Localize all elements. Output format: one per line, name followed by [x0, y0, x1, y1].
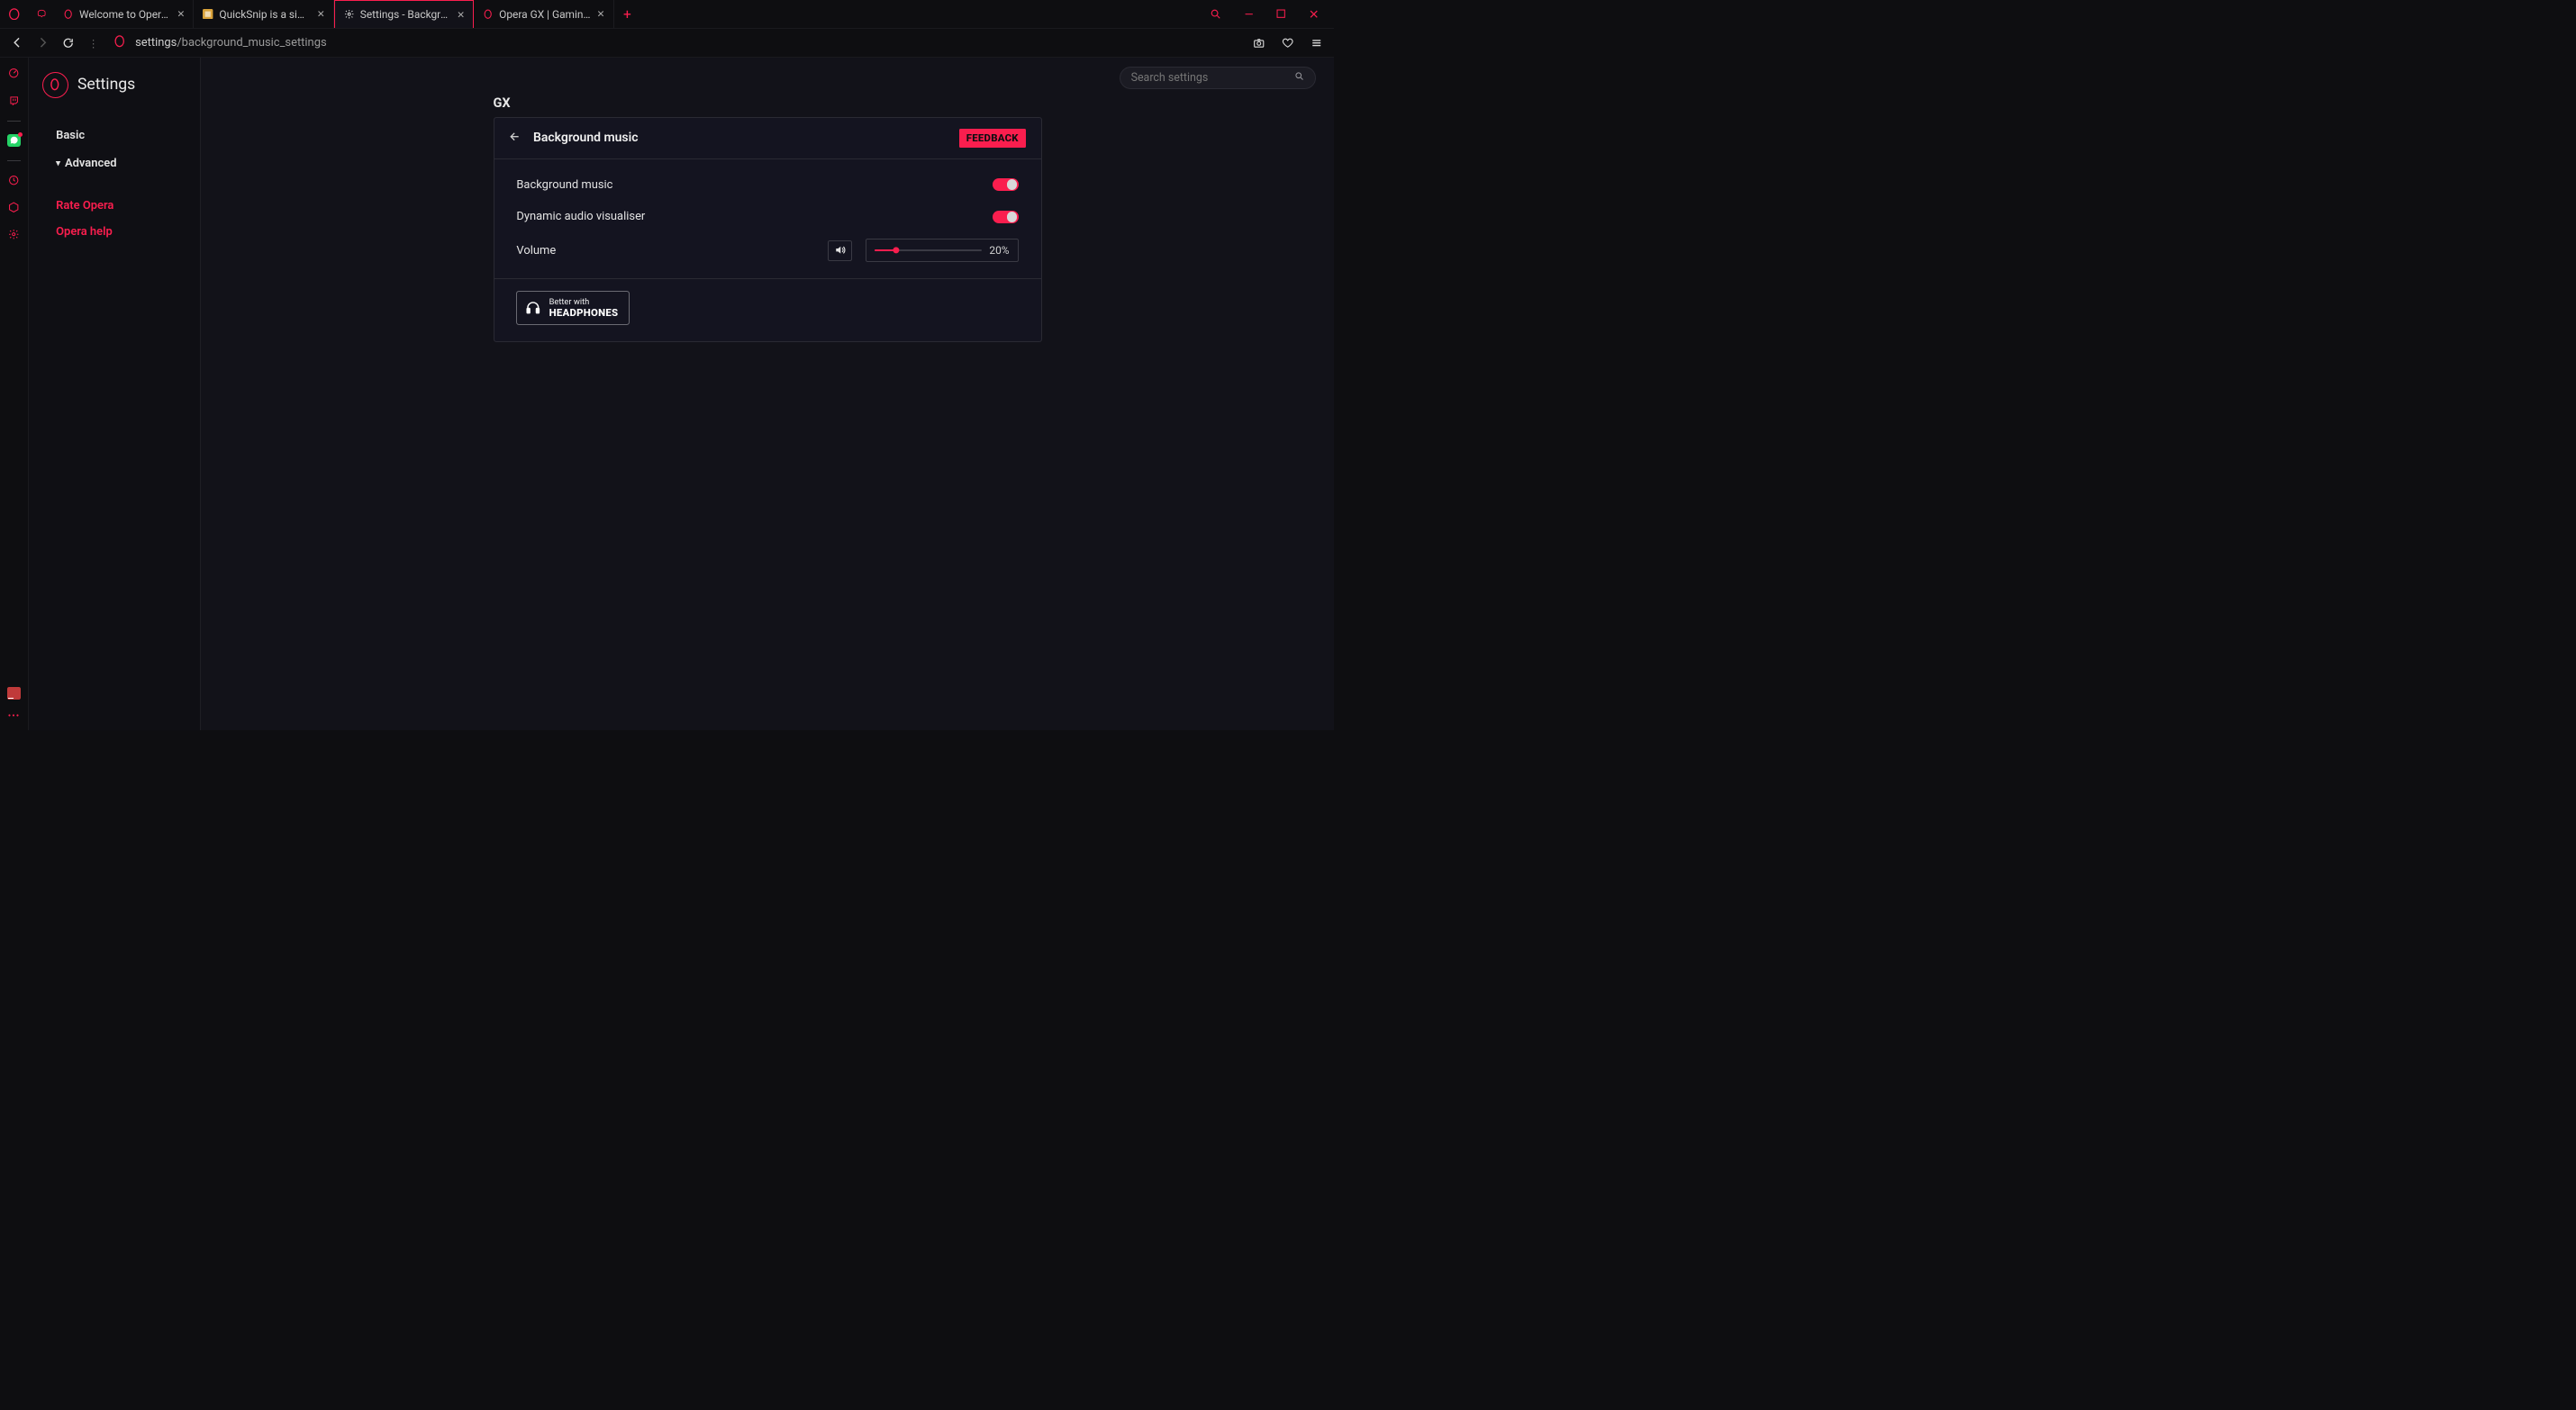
pinned-app-icon[interactable] — [7, 687, 21, 700]
nav-advanced[interactable]: Advanced — [48, 149, 181, 178]
sidebar-rail: ••• — [0, 58, 29, 730]
nav-opera-help[interactable]: Opera help — [48, 219, 181, 246]
page-title: Settings — [77, 76, 135, 94]
snapshot-icon[interactable] — [1248, 32, 1269, 53]
volume-percent: 20% — [989, 244, 1009, 257]
minimize-icon[interactable] — [1238, 4, 1259, 24]
sidebar-more-icon[interactable]: ••• — [8, 710, 21, 721]
limiter-icon[interactable] — [7, 67, 22, 81]
opera-icon — [483, 8, 494, 19]
whatsapp-icon[interactable] — [7, 134, 21, 148]
site-info-icon[interactable]: ⋮ — [83, 32, 104, 53]
opera-menu-icon[interactable] — [7, 7, 21, 21]
nav-basic[interactable]: Basic — [48, 122, 181, 150]
tab-welcome[interactable]: Welcome to Opera GX! ✕ — [54, 0, 194, 28]
easy-setup-icon[interactable] — [1306, 32, 1327, 53]
close-icon[interactable]: ✕ — [317, 8, 325, 20]
url-host: settings — [135, 36, 177, 50]
feedback-button[interactable]: FEEDBACK — [959, 129, 1027, 147]
heart-icon[interactable] — [1277, 32, 1298, 53]
forward-button[interactable] — [32, 32, 53, 53]
settings-gear-icon[interactable] — [7, 228, 22, 242]
maximize-icon[interactable] — [1271, 4, 1292, 24]
volume-slider[interactable] — [875, 249, 982, 251]
headphones-big-text: HEADPHONES — [549, 307, 619, 319]
tab-operagx-site[interactable]: Opera GX | Gaming Browse ✕ — [474, 0, 613, 28]
tab-settings[interactable]: Settings - Background mus ✕ — [334, 0, 474, 28]
new-tab-button[interactable]: + — [614, 0, 641, 28]
volume-slider-container: 20% — [866, 239, 1019, 262]
opera-logo-icon — [42, 72, 68, 98]
url-display[interactable]: settings/background_music_settings — [135, 36, 1244, 50]
settings-main: GX Background music FEEDBACK Background … — [201, 58, 1335, 730]
close-icon[interactable]: ✕ — [177, 8, 185, 20]
search-tabs-icon[interactable] — [1206, 4, 1227, 24]
address-bar: ⋮ settings/background_music_settings — [0, 29, 1334, 58]
reload-button[interactable] — [58, 32, 78, 53]
twitch-icon[interactable] — [7, 94, 22, 108]
tab-label: Welcome to Opera GX! — [79, 8, 171, 21]
tab-label: Opera GX | Gaming Browse — [499, 8, 591, 21]
headphones-icon — [525, 300, 542, 317]
tab-quicksnip[interactable]: QuickSnip is a simple scree ✕ — [194, 0, 333, 28]
section-heading: GX — [494, 95, 1042, 111]
gx-control-icon[interactable] — [35, 8, 47, 20]
search-icon — [1294, 71, 1304, 84]
search-input[interactable] — [1131, 71, 1288, 85]
tab-label: Settings - Background mus — [360, 8, 451, 21]
nav-advanced-label: Advanced — [65, 157, 116, 170]
back-button[interactable] — [7, 32, 28, 53]
window-titlebar: Welcome to Opera GX! ✕ QuickSnip is a si… — [0, 0, 1334, 29]
row-bg-music-label: Background music — [516, 178, 992, 192]
opera-icon — [62, 8, 73, 19]
extensions-icon[interactable] — [7, 201, 22, 215]
tab-strip: Welcome to Opera GX! ✕ QuickSnip is a si… — [54, 0, 640, 28]
close-window-icon[interactable] — [1303, 4, 1324, 24]
history-icon[interactable] — [7, 174, 22, 188]
quicksnip-icon — [203, 8, 213, 19]
tab-label: QuickSnip is a simple scree — [219, 8, 311, 21]
row-volume-label: Volume — [516, 244, 828, 258]
nav-rate-opera[interactable]: Rate Opera — [48, 192, 181, 219]
close-icon[interactable]: ✕ — [457, 9, 465, 21]
url-path: /background_music_settings — [177, 36, 326, 50]
toggle-background-music[interactable] — [993, 178, 1019, 192]
opera-page-icon — [113, 35, 125, 50]
headphones-badge: Better with HEADPHONES — [516, 291, 629, 324]
close-icon[interactable]: ✕ — [597, 8, 605, 20]
gear-icon — [343, 9, 354, 20]
panel-back-icon[interactable] — [509, 131, 521, 146]
background-music-panel: Background music FEEDBACK Background mus… — [494, 117, 1042, 342]
toggle-visualiser[interactable] — [993, 211, 1019, 224]
settings-sidebar: Settings Basic Advanced Rate Opera Opera… — [29, 58, 201, 730]
row-visualiser-label: Dynamic audio visualiser — [516, 210, 992, 223]
panel-title: Background music — [533, 131, 639, 145]
settings-search[interactable] — [1120, 67, 1316, 90]
mute-button[interactable] — [828, 240, 852, 261]
